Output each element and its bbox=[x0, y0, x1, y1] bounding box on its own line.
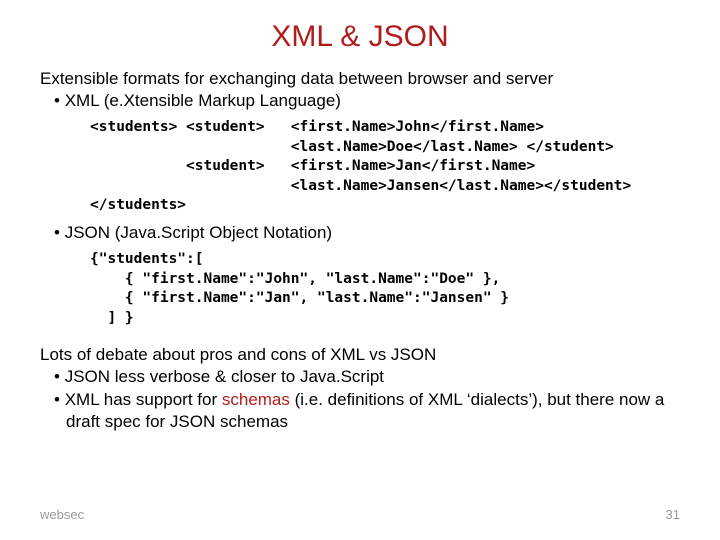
content-list-2: JSON (Java.Script Object Notation) bbox=[40, 222, 680, 244]
slide: XML & JSON Extensible formats for exchan… bbox=[0, 0, 720, 540]
intro-text: Extensible formats for exchanging data b… bbox=[40, 68, 680, 90]
json-code-block: {"students":[ { "first.Name":"John", "la… bbox=[90, 250, 680, 328]
slide-title: XML & JSON bbox=[40, 20, 680, 54]
pro-xml-part-a: XML has support for bbox=[65, 390, 222, 409]
bullet-json: JSON (Java.Script Object Notation) bbox=[54, 222, 680, 244]
debate-text: Lots of debate about pros and cons of XM… bbox=[40, 344, 680, 366]
content-list-3: Lots of debate about pros and cons of XM… bbox=[40, 344, 680, 432]
schemas-keyword: schemas bbox=[222, 390, 290, 409]
footer-left: websec bbox=[40, 507, 84, 522]
slide-number: 31 bbox=[666, 507, 680, 522]
slide-body: Extensible formats for exchanging data b… bbox=[40, 68, 680, 433]
xml-code-block: <students> <student> <first.Name>John</f… bbox=[90, 118, 680, 216]
bullet-xml: XML (e.Xtensible Markup Language) bbox=[54, 90, 680, 112]
bullet-pro-json: JSON less verbose & closer to Java.Scrip… bbox=[54, 366, 680, 388]
content-list: Extensible formats for exchanging data b… bbox=[40, 68, 680, 112]
bullet-pro-xml: XML has support for schemas (i.e. defini… bbox=[54, 389, 680, 433]
